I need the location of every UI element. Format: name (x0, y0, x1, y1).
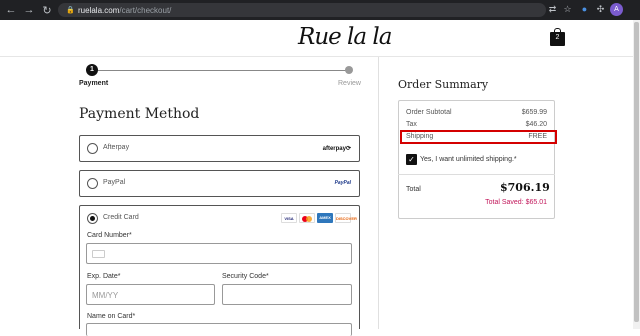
lock-icon: 🔒 (66, 7, 75, 14)
back-icon[interactable]: ← (4, 4, 18, 16)
extension-icon[interactable]: ● (579, 4, 590, 15)
exp-date-label: Exp. Date* (87, 273, 121, 280)
unlimited-shipping-checkbox[interactable]: ✓ (406, 154, 417, 165)
address-bar[interactable]: 🔒 ruelala.com/cart/checkout/ (58, 3, 546, 17)
afterpay-radio[interactable] (87, 143, 98, 154)
url-path: /cart/checkout/ (119, 5, 172, 15)
credit-card-option[interactable]: Credit Card VISA AMEX DISCOVER (79, 205, 360, 329)
credit-card-label: Credit Card (103, 214, 139, 221)
url-host: ruelala.com (78, 5, 120, 15)
discover-logo: DISCOVER (335, 213, 357, 223)
order-summary-title: Order Summary (398, 78, 489, 91)
site-header: Rue la la 2 (0, 20, 633, 57)
column-divider (378, 57, 379, 329)
card-number-field[interactable] (86, 243, 352, 264)
subtotal-value: $659.99 (521, 109, 547, 116)
name-on-card-field[interactable] (86, 323, 352, 336)
paypal-radio[interactable] (87, 178, 98, 189)
afterpay-logo: afterpay⟳ (322, 146, 351, 152)
mastercard-logo (299, 213, 315, 223)
step-payment-indicator: 1 (86, 64, 98, 76)
credit-card-icon (92, 250, 105, 258)
progress-line (91, 70, 349, 71)
total-value: $706.19 (500, 181, 550, 194)
paypal-logo: PayPal (334, 180, 351, 186)
afterpay-label: Afterpay (103, 144, 130, 151)
profile-avatar[interactable]: A (610, 3, 623, 16)
paypal-label: PayPal (103, 179, 126, 186)
star-icon[interactable]: ☆ (562, 4, 573, 15)
scrollbar-thumb[interactable] (634, 22, 639, 322)
name-on-card-label: Name on Card* (87, 313, 136, 320)
step-review-label: Review (338, 80, 361, 87)
total-label: Total (406, 186, 421, 193)
tax-row: Tax $46.20 (406, 121, 547, 128)
paypal-option[interactable]: PayPal PayPal (79, 170, 360, 197)
card-brand-logos: VISA AMEX DISCOVER (281, 213, 357, 223)
security-code-label: Security Code* (222, 273, 269, 280)
card-number-label: Card Number* (87, 232, 132, 239)
cart-count: 2 (555, 34, 560, 41)
puzzle-icon[interactable]: ✣ (595, 4, 606, 15)
security-code-field[interactable] (222, 284, 352, 305)
subtotal-label: Order Subtotal (406, 109, 452, 116)
afterpay-option[interactable]: Afterpay afterpay⟳ (79, 135, 360, 162)
exp-date-field[interactable]: MM/YY (86, 284, 215, 305)
summary-divider (398, 174, 555, 175)
translate-icon[interactable]: ⇄ (547, 4, 558, 15)
step-review-indicator (345, 66, 353, 74)
credit-card-radio[interactable] (87, 213, 98, 224)
amex-logo: AMEX (317, 213, 333, 223)
payment-method-title: Payment Method (79, 106, 200, 122)
browser-toolbar: ← → ↻ 🔒 ruelala.com/cart/checkout/ ⇄ ☆ ●… (0, 0, 640, 20)
unlimited-shipping-label[interactable]: Yes, I want unlimited shipping.* (420, 156, 517, 163)
tax-value: $46.20 (525, 121, 547, 128)
total-saved: Total Saved: $65.01 (485, 199, 547, 206)
cart-icon[interactable]: 2 (550, 28, 565, 46)
ruelala-logo[interactable]: Rue la la (298, 24, 393, 50)
reload-icon[interactable]: ↻ (40, 4, 54, 17)
step-payment-label: Payment (79, 80, 109, 87)
subtotal-row: Order Subtotal $659.99 (406, 109, 547, 116)
tax-label: Tax (406, 121, 417, 128)
forward-icon[interactable]: → (22, 4, 36, 16)
visa-logo: VISA (281, 213, 297, 223)
shipping-highlight (400, 130, 557, 144)
